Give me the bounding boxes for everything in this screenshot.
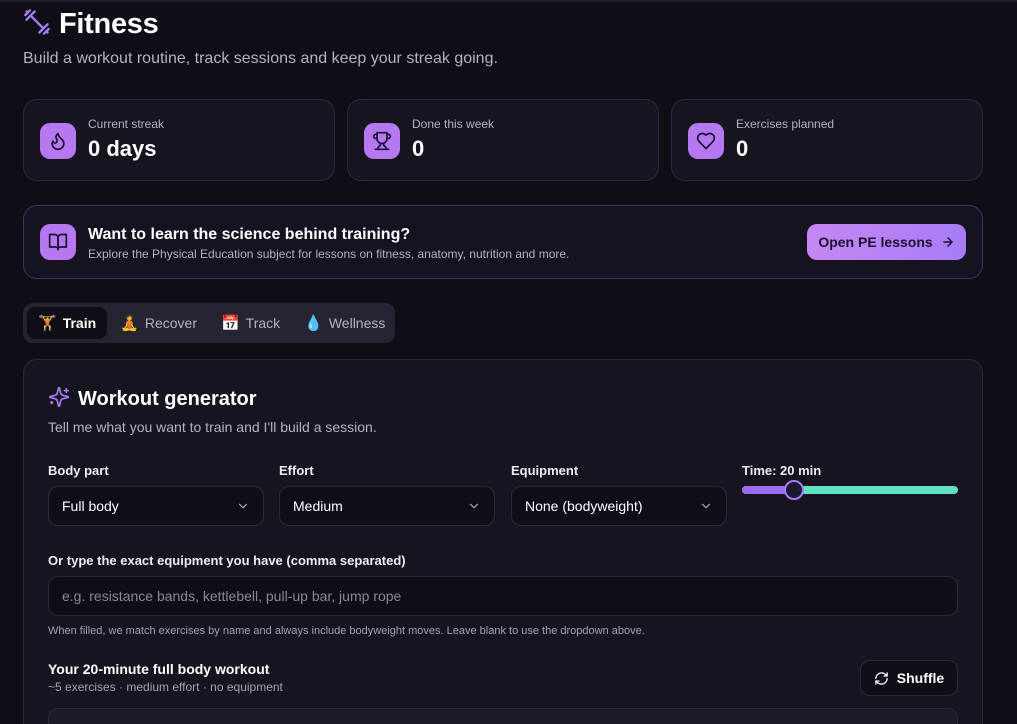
chevron-down-icon	[238, 503, 248, 509]
weightlifter-icon: 🏋	[38, 314, 57, 332]
panel-title: Workout generator	[78, 388, 257, 410]
custom-equipment-hint: When filled, we match exercises by name …	[48, 625, 645, 637]
trophy-icon	[364, 123, 400, 159]
time-slider-thumb[interactable]	[783, 480, 804, 500]
page-subtitle: Build a workout routine, track sessions …	[23, 50, 498, 67]
select-value: Full body	[62, 498, 119, 514]
effort-label: Effort	[279, 463, 314, 478]
chevron-down-icon	[469, 503, 479, 509]
stat-card-week: Done this week 0	[347, 99, 659, 181]
panel-title-row: Workout generator	[48, 386, 257, 413]
select-value: None (bodyweight)	[525, 498, 643, 514]
dumbbell-icon	[23, 8, 51, 41]
chevron-down-icon	[701, 503, 711, 509]
panel-description: Tell me what you want to train and I'll …	[48, 419, 377, 435]
stat-label: Done this week	[412, 117, 495, 131]
custom-equipment-input[interactable]	[48, 576, 958, 616]
custom-equipment-label: Or type the exact equipment you have (co…	[48, 553, 406, 568]
body-part-label: Body part	[48, 463, 109, 478]
time-slider[interactable]	[742, 486, 958, 494]
open-pe-lessons-button[interactable]: Open PE lessons	[807, 224, 966, 260]
flame-icon	[40, 123, 76, 159]
page-title: Fitness	[59, 8, 159, 40]
button-label: Shuffle	[896, 670, 945, 686]
stat-value: 0	[412, 136, 425, 161]
stat-card-streak: Current streak 0 days	[23, 99, 335, 181]
tab-label: Recover	[144, 315, 197, 331]
select-value: Medium	[293, 498, 343, 514]
equipment-label: Equipment	[511, 463, 579, 478]
workout-title: Your 20-minute full body workout	[48, 661, 270, 677]
droplet-icon: 💧	[304, 314, 323, 332]
book-open-icon	[40, 224, 76, 260]
pe-lessons-banner: Want to learn the science behind trainin…	[23, 205, 983, 279]
banner-description: Explore the Physical Education subject f…	[88, 247, 570, 261]
calendar-icon: 📅	[220, 314, 240, 332]
tab-label: Wellness	[328, 315, 386, 331]
tab-recover[interactable]: 🧘 Recover	[109, 307, 208, 339]
stat-label: Current streak	[88, 117, 165, 131]
page-header: Fitness Build a workout routine, track s…	[23, 8, 498, 68]
stat-card-planned: Exercises planned 0	[671, 99, 983, 181]
exercise-list-item	[48, 708, 958, 724]
shuffle-button[interactable]: Shuffle	[860, 660, 958, 696]
effort-select[interactable]: Medium	[279, 486, 495, 526]
stat-value: 0	[736, 136, 749, 161]
section-tabs: 🏋 Train 🧘 Recover 📅 Track 💧 Wellness	[23, 303, 395, 343]
button-label: Open PE lessons	[818, 234, 933, 250]
banner-title: Want to learn the science behind trainin…	[88, 226, 411, 243]
meditation-icon: 🧘	[120, 314, 139, 332]
stat-value: 0 days	[88, 136, 157, 161]
workout-generator-panel: Workout generator Tell me what you want …	[23, 359, 983, 724]
stat-label: Exercises planned	[736, 117, 835, 131]
tab-label: Train	[62, 315, 97, 331]
title-row: Fitness	[23, 8, 498, 41]
top-border	[0, 0, 1017, 2]
refresh-icon	[875, 671, 888, 685]
tab-label: Track	[245, 315, 281, 331]
time-label: Time: 20 min	[742, 463, 822, 478]
arrow-right-icon	[942, 237, 953, 247]
equipment-select[interactable]: None (bodyweight)	[511, 486, 727, 526]
tab-train[interactable]: 🏋 Train	[27, 307, 108, 339]
body-part-select[interactable]: Full body	[48, 486, 264, 526]
tab-track[interactable]: 📅 Track	[210, 307, 291, 339]
heart-icon	[688, 123, 724, 159]
workout-meta: ~5 exercises · medium effort · no equipm…	[48, 680, 283, 694]
tab-wellness[interactable]: 💧 Wellness	[293, 307, 396, 339]
sparkles-icon	[48, 386, 70, 413]
